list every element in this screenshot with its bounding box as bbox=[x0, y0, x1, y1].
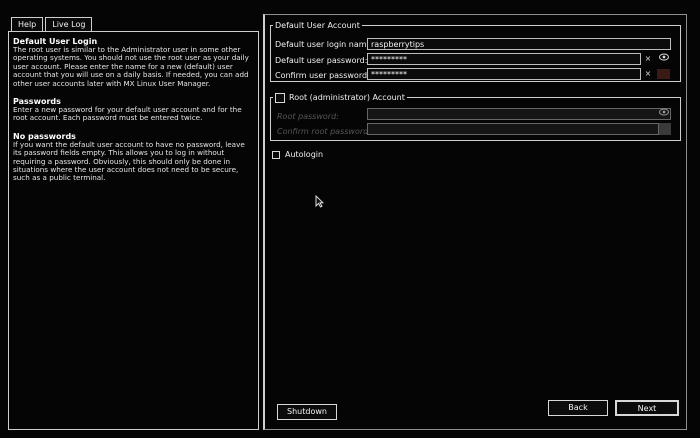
shutdown-button[interactable]: Shutdown bbox=[277, 404, 337, 420]
help-text: Enter a new password for your default us… bbox=[13, 105, 242, 123]
default-user-legend: Default User Account bbox=[273, 20, 362, 31]
root-password-label: Root password: bbox=[277, 112, 339, 121]
clear-icon[interactable]: × bbox=[641, 68, 655, 79]
tab-help[interactable]: Help bbox=[11, 17, 44, 32]
tab-live-log[interactable]: Live Log bbox=[45, 17, 93, 32]
root-strength-indicator bbox=[659, 123, 671, 135]
mouse-pointer-icon bbox=[315, 194, 325, 210]
autologin-checkbox[interactable] bbox=[272, 151, 280, 159]
login-name-label: Default user login name: bbox=[275, 40, 375, 49]
help-section-default-user: Default User Login The root user is simi… bbox=[13, 37, 254, 88]
clear-icon[interactable]: × bbox=[641, 53, 655, 64]
confirm-root-password-input[interactable] bbox=[367, 123, 659, 135]
user-password-input[interactable]: ********* bbox=[367, 53, 641, 65]
user-password-label: Default user password: bbox=[275, 56, 368, 65]
eye-icon[interactable] bbox=[657, 108, 671, 119]
help-pane: Default User Login The root user is simi… bbox=[8, 31, 259, 430]
password-strength-indicator bbox=[657, 69, 670, 79]
login-name-input[interactable]: raspberrytips bbox=[367, 38, 671, 50]
help-section-passwords: Passwords Enter a new password for your … bbox=[13, 97, 254, 123]
root-account-label: Root (administrator) Account bbox=[289, 93, 405, 102]
root-password-input[interactable] bbox=[367, 108, 671, 120]
next-button[interactable]: Next bbox=[615, 400, 679, 416]
root-account-legend: Root (administrator) Account bbox=[273, 92, 407, 103]
tab-bar: Help Live Log bbox=[11, 17, 94, 32]
confirm-user-password-input[interactable]: ********* bbox=[367, 68, 641, 80]
confirm-user-password-label: Confirm user password: bbox=[275, 71, 370, 80]
confirm-root-password-label: Confirm root password: bbox=[277, 127, 371, 136]
help-text: If you want the default user account to … bbox=[13, 139, 245, 183]
back-button[interactable]: Back bbox=[548, 400, 608, 416]
help-text: The root user is similar to the Administ… bbox=[13, 45, 249, 88]
root-account-checkbox[interactable] bbox=[275, 92, 285, 103]
autologin-label: Autologin bbox=[285, 150, 324, 159]
eye-icon[interactable] bbox=[657, 53, 671, 64]
help-section-no-passwords: No passwords If you want the default use… bbox=[13, 132, 254, 183]
